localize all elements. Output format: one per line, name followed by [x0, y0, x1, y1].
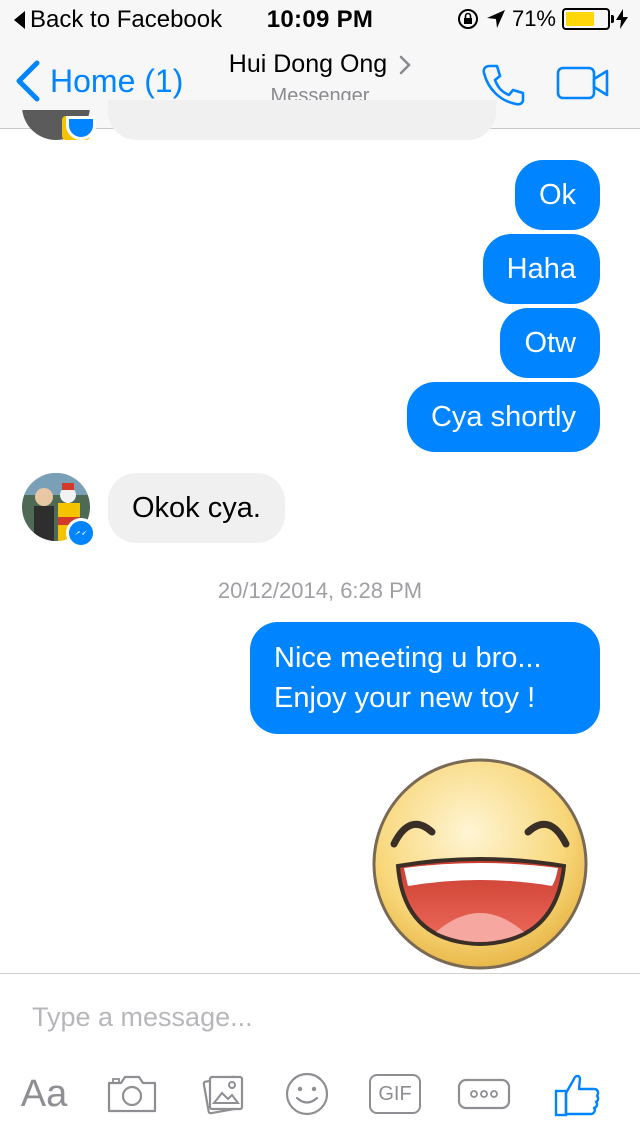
message-text: Nice meeting u bro... Enjoy your new toy…: [274, 642, 542, 714]
charging-bolt-icon: [616, 9, 628, 29]
message-text: Otw: [524, 327, 576, 359]
battery-percent: 71%: [511, 6, 556, 31]
composer: Type a message... Aa GIF: [0, 973, 640, 1136]
message-text: Ok: [538, 179, 576, 211]
message-bubble-outgoing[interactable]: Nice meeting u bro... Enjoy your new toy…: [250, 622, 600, 734]
more-button[interactable]: [456, 1064, 512, 1124]
gif-button[interactable]: GIF: [368, 1064, 422, 1124]
video-call-icon[interactable]: [556, 66, 610, 100]
location-arrow-icon: [486, 10, 505, 28]
message-bubble-outgoing[interactable]: Cya shortly: [406, 382, 600, 452]
message-bubble-outgoing[interactable]: Ok: [514, 160, 600, 230]
message-text: Haha: [506, 253, 576, 285]
more-icon: [457, 1078, 511, 1110]
message-bubble-outgoing[interactable]: Otw: [500, 308, 600, 378]
emoji-button[interactable]: [282, 1064, 332, 1124]
camera-button[interactable]: [104, 1064, 160, 1124]
message-text: Cya shortly: [430, 401, 576, 433]
status-right: 71%: [456, 6, 628, 32]
text-format-button[interactable]: Aa: [14, 1064, 74, 1124]
like-button[interactable]: [550, 1064, 604, 1124]
previous-message-bubble: [108, 100, 496, 140]
message-bubble-incoming[interactable]: Okok cya.: [108, 473, 285, 543]
text-format-label: Aa: [20, 1072, 68, 1115]
message-input[interactable]: Type a message...: [32, 1002, 608, 1033]
rotation-lock-icon: [457, 9, 478, 29]
laughing-face-sticker[interactable]: [370, 754, 590, 972]
message-bubble-outgoing[interactable]: Haha: [482, 234, 600, 304]
camera-icon: [107, 1075, 157, 1113]
messenger-badge-icon: [66, 518, 96, 548]
message-text: Okok cya.: [132, 492, 261, 524]
gif-label: GIF: [378, 1082, 412, 1105]
status-bar: Back to Facebook 10:09 PM 71%: [0, 0, 640, 40]
chevron-right-icon: [399, 55, 411, 74]
composer-toolbar: Aa GIF: [0, 1064, 640, 1124]
photo-icon: [202, 1075, 244, 1115]
battery-icon: [562, 8, 614, 30]
contact-name: Hui Dong Ong: [228, 50, 388, 78]
messenger-badge-icon: [66, 116, 96, 140]
gif-icon: GIF: [369, 1074, 421, 1114]
message-timestamp: 20/12/2014, 6:28 PM: [217, 578, 423, 603]
photo-button[interactable]: [198, 1064, 248, 1124]
like-icon: [554, 1074, 600, 1117]
emoji-icon: [285, 1072, 329, 1116]
